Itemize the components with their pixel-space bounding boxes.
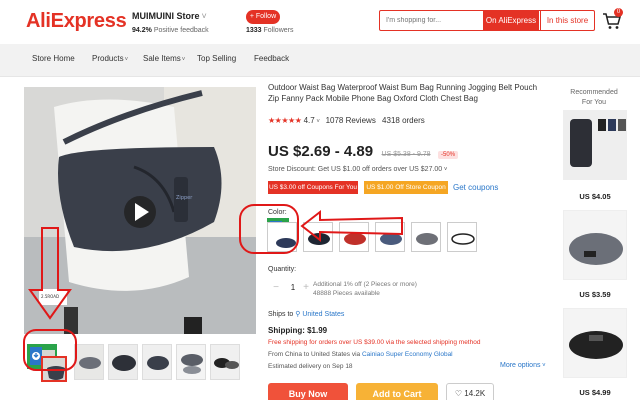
store-name[interactable]: MUIMUINI Store ˅	[132, 11, 207, 21]
price-row: US $2.69 - 4.89 US $5.38 - 9.78 -50%	[268, 143, 459, 161]
thumbnail-3[interactable]	[108, 344, 138, 380]
shipping-cost: Shipping: $1.99	[268, 326, 328, 335]
chevron-down-icon[interactable]: ˅	[182, 57, 186, 63]
add-to-cart-button[interactable]: Add to Cart	[356, 383, 438, 400]
shipping-carrier-link[interactable]: Cainiao Super Economy Global	[362, 351, 453, 358]
recommended-price-2: US $3.59	[579, 290, 611, 299]
wishlist-count: 14.2K	[464, 389, 486, 398]
ships-to: Ships to ⚲ United States	[268, 310, 344, 318]
orders-count: 4318 orders	[382, 116, 425, 125]
recommended-price-1: US $4.05	[579, 192, 611, 201]
quantity-discount-note: Additional 1% off (2 Pieces or more)	[313, 281, 417, 288]
follow-button[interactable]: + Follow	[246, 10, 280, 24]
svg-text:2.5ROAD: 2.5ROAD	[41, 294, 59, 299]
nav-store-home[interactable]: Store Home	[32, 54, 75, 63]
ships-to-label: Ships to	[268, 311, 294, 318]
reviews-count[interactable]: 1078 Reviews	[326, 116, 376, 125]
more-options-link[interactable]: More options ˅	[500, 362, 546, 369]
recommended-item-1[interactable]	[563, 110, 627, 180]
positive-feedback-label: Positive feedback	[153, 27, 209, 34]
color-swatch-4[interactable]	[375, 222, 405, 252]
buy-now-button[interactable]: Buy Now	[268, 383, 348, 400]
recommended-item-2[interactable]	[563, 210, 627, 280]
chevron-down-icon[interactable]: ˅	[540, 363, 546, 369]
chevron-down-icon[interactable]: ˅	[125, 57, 129, 63]
cart-count-badge: 0	[614, 8, 623, 17]
quantity-increase-button[interactable]: +	[300, 282, 312, 294]
color-swatch-2[interactable]	[303, 222, 333, 252]
followers-label: Followers	[263, 27, 294, 34]
get-coupons-link[interactable]: Get coupons	[453, 181, 498, 194]
recommended-item-3[interactable]	[563, 308, 627, 378]
quantity-label: Quantity:	[268, 266, 297, 273]
nav-sale-items-label[interactable]: Sale Items	[143, 54, 181, 63]
coupon-badge-1[interactable]: US $3.00 off Coupons For You	[268, 181, 358, 194]
color-swatch-6[interactable]	[447, 222, 477, 252]
nav-products-label[interactable]: Products	[92, 54, 124, 63]
recommended-title: Recommended For You	[570, 89, 618, 106]
chevron-down-icon[interactable]: ˅	[315, 119, 322, 125]
coupon-badge-2[interactable]: US $1.00 Off Store Coupon	[364, 181, 448, 194]
thumbnail-6[interactable]	[210, 344, 240, 380]
wishlist-button[interactable]: ♡ 14.2K	[446, 383, 494, 400]
price: US $2.69 - 4.89	[268, 143, 374, 160]
free-shipping-note: Free shipping for orders over US $39.00 …	[268, 339, 481, 346]
store-nav: Store Home Products˅ Sale Items˅ Top Sel…	[0, 44, 640, 77]
followers-count: 1333 Followers	[246, 27, 293, 34]
quantity-input[interactable]: 1	[286, 282, 300, 294]
header: AliExpress MUIMUINI Store ˅ 94.2% Positiv…	[0, 0, 640, 44]
nav-products[interactable]: Products˅	[92, 54, 128, 63]
quantity-decrease-button[interactable]: −	[270, 282, 282, 294]
rating-row: ★★★★★ 4.7 ˅ 1078 Reviews 4318 orders	[268, 116, 425, 125]
svg-text:Zipper: Zipper	[176, 195, 193, 201]
search-input[interactable]	[380, 11, 482, 30]
heart-icon[interactable]: ♡	[455, 389, 462, 398]
color-label: Color:	[268, 209, 287, 216]
store-feedback: 94.2% Positive feedback	[132, 27, 209, 34]
store-discount[interactable]: Store Discount: Get US $1.00 off orders …	[268, 166, 447, 173]
shipping-route: From China to United States via Cainiao …	[268, 351, 453, 358]
rating-value: 4.7	[303, 116, 315, 125]
color-swatch-5[interactable]	[411, 222, 441, 252]
recommended-price-3: US $4.99	[579, 388, 611, 397]
chevron-down-icon[interactable]: ˅	[202, 11, 207, 21]
search-in-store-button[interactable]: In this store	[540, 11, 594, 30]
thumbnail-2[interactable]	[74, 344, 104, 380]
cart-icon[interactable]: 0	[602, 8, 623, 31]
discount-badge: -50%	[438, 151, 459, 159]
color-swatch-1[interactable]	[267, 222, 297, 252]
search-box: On AliExpress In this store	[379, 10, 595, 31]
nav-sale-items[interactable]: Sale Items˅	[143, 54, 185, 63]
thumbnail-5[interactable]	[176, 344, 206, 380]
ships-to-destination[interactable]: United States	[302, 311, 344, 318]
thumbnail-4[interactable]	[142, 344, 172, 380]
estimated-delivery: Estimated delivery on Sep 18	[268, 363, 353, 370]
main-product-image[interactable]: Zipper 2.5ROAD	[24, 87, 256, 334]
product-title: Outdoor Waist Bag Waterproof Waist Bum B…	[268, 83, 538, 103]
more-options-label[interactable]: More options	[500, 362, 540, 369]
nav-top-selling[interactable]: Top Selling	[197, 54, 236, 63]
quantity-note: Additional 1% off (2 Pieces or more) 488…	[313, 280, 417, 298]
thumbnail-1[interactable]	[41, 356, 67, 382]
shipping-route-label: From China to United States via	[268, 351, 361, 358]
aliexpress-logo[interactable]: AliExpress	[26, 10, 127, 33]
color-swatch-3[interactable]	[339, 222, 369, 252]
chevron-down-icon[interactable]: ˅	[442, 167, 448, 173]
pieces-available: 48888 Pieces available	[313, 290, 380, 297]
search-on-aliexpress-button[interactable]: On AliExpress	[483, 11, 539, 30]
positive-feedback-value: 94.2%	[132, 27, 152, 34]
store-discount-label[interactable]: Store Discount: Get US $1.00 off orders …	[268, 166, 442, 173]
nav-feedback[interactable]: Feedback	[254, 54, 289, 63]
followers-number: 1333	[246, 27, 262, 34]
location-pin-icon: ⚲	[295, 311, 301, 318]
store-name-label[interactable]: MUIMUINI Store	[132, 11, 200, 21]
star-rating-icon: ★★★★★	[268, 116, 302, 125]
original-price: US $5.38 - 9.78	[381, 151, 431, 158]
